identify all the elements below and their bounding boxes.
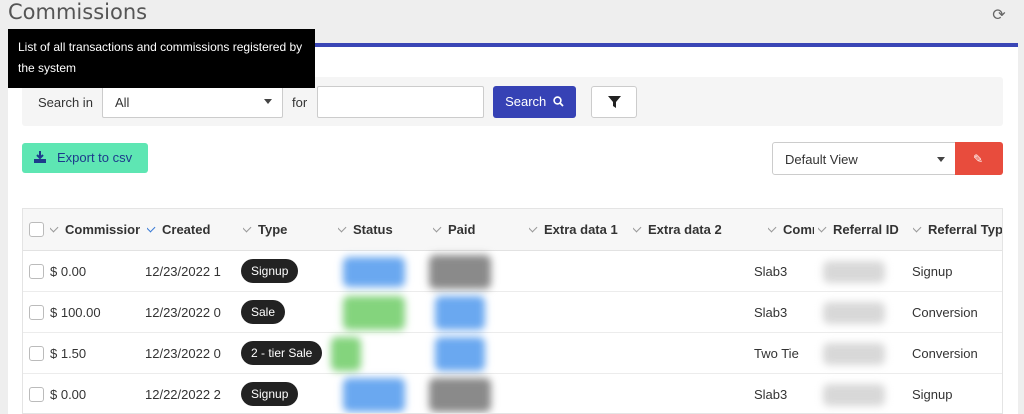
column-header-extra-data-1[interactable]: Extra data 1 bbox=[529, 222, 629, 237]
column-label: Extra data 1 bbox=[544, 222, 618, 237]
sort-icon bbox=[433, 222, 442, 233]
column-header-created[interactable]: Created bbox=[147, 222, 237, 237]
search-in-value: All bbox=[115, 95, 130, 110]
column-label: Referral ID bbox=[833, 222, 899, 237]
sort-icon bbox=[50, 222, 59, 233]
export-csv-label: Export to csv bbox=[57, 150, 133, 165]
commission-group-cell: Slab3 bbox=[754, 305, 788, 320]
created-cell: 12/22/2022 2 bbox=[145, 387, 221, 402]
table-row[interactable]: $ 0.00 12/23/2022 1 Signup Slab3 Signup bbox=[23, 251, 1002, 292]
commission-group-cell: Slab3 bbox=[754, 387, 788, 402]
for-label: for bbox=[292, 95, 308, 110]
referral-type-cell: Conversion bbox=[912, 305, 978, 320]
sort-icon bbox=[243, 222, 252, 233]
column-label: Type bbox=[258, 222, 288, 237]
sort-icon bbox=[633, 222, 642, 233]
search-button[interactable]: Search bbox=[493, 86, 576, 118]
status-cell-redacted bbox=[343, 296, 405, 330]
column-header-status[interactable]: Status bbox=[338, 222, 418, 237]
row-checkbox[interactable] bbox=[29, 305, 44, 320]
column-header-type[interactable]: Type bbox=[243, 222, 323, 237]
referral-type-cell: Conversion bbox=[912, 346, 978, 361]
sort-icon bbox=[913, 222, 922, 233]
page-title: Commissions bbox=[8, 0, 148, 24]
column-header-commission-group[interactable]: Commission group bbox=[768, 222, 814, 237]
status-cell-redacted bbox=[331, 337, 361, 371]
commission-group-cell: Slab3 bbox=[754, 264, 788, 279]
search-in-select[interactable]: All bbox=[102, 86, 283, 118]
table-row[interactable]: $ 0.00 12/22/2022 2 Signup Slab3 Signup bbox=[23, 374, 1002, 413]
row-checkbox[interactable] bbox=[29, 387, 44, 402]
commission-cell: $ 1.50 bbox=[50, 346, 87, 361]
view-select-value: Default View bbox=[785, 152, 858, 167]
referral-type-cell: Signup bbox=[912, 264, 953, 279]
type-badge: Sale bbox=[241, 300, 286, 324]
sort-icon bbox=[818, 222, 827, 233]
column-label: Commission bbox=[65, 222, 140, 237]
column-header-referral-type[interactable]: Referral Type bbox=[913, 222, 1003, 237]
search-in-label: Search in bbox=[38, 95, 93, 110]
sort-icon bbox=[338, 222, 347, 233]
paid-cell-redacted bbox=[429, 255, 491, 289]
referral-id-redacted bbox=[823, 384, 885, 406]
search-button-label: Search bbox=[505, 94, 547, 109]
column-header-referral-id[interactable]: Referral ID bbox=[818, 222, 903, 237]
search-input[interactable] bbox=[317, 86, 484, 118]
commission-cell: $ 0.00 bbox=[50, 387, 87, 402]
status-cell-redacted bbox=[343, 378, 405, 412]
type-badge: Signup bbox=[241, 259, 299, 283]
paid-cell-redacted bbox=[429, 378, 491, 412]
status-cell-redacted bbox=[343, 257, 405, 287]
refresh-icon[interactable]: ⟳ bbox=[990, 7, 1008, 25]
table-header: Commission Created Type Status Paid Extr… bbox=[23, 209, 1003, 251]
chevron-down-icon bbox=[264, 99, 272, 104]
search-icon bbox=[553, 96, 564, 107]
commission-group-cell: Two Tie bbox=[754, 346, 799, 361]
view-select[interactable]: Default View bbox=[772, 142, 956, 175]
referral-id-redacted bbox=[823, 302, 885, 324]
commissions-table: Commission Created Type Status Paid Extr… bbox=[22, 208, 1003, 414]
row-checkbox[interactable] bbox=[29, 264, 44, 279]
paid-cell-redacted bbox=[435, 337, 485, 371]
referral-id-redacted bbox=[823, 261, 885, 283]
column-label: Extra data 2 bbox=[648, 222, 722, 237]
pencil-icon: ✎ bbox=[973, 152, 984, 166]
column-label: Paid bbox=[448, 222, 476, 237]
created-cell: 12/23/2022 1 bbox=[145, 264, 221, 279]
commission-cell: $ 100.00 bbox=[50, 305, 101, 320]
column-label: Status bbox=[353, 222, 393, 237]
paid-cell-redacted bbox=[435, 296, 485, 330]
column-label: Referral Type bbox=[928, 222, 1003, 237]
chevron-down-icon bbox=[937, 157, 945, 162]
select-all-checkbox[interactable] bbox=[29, 222, 44, 237]
filter-icon bbox=[608, 96, 621, 108]
created-cell: 12/23/2022 0 bbox=[145, 346, 221, 361]
table-row[interactable]: $ 1.50 12/23/2022 0 2 - tier Sale Two Ti… bbox=[23, 333, 1002, 374]
download-icon bbox=[34, 151, 46, 163]
column-label: Created bbox=[162, 222, 211, 237]
edit-view-button[interactable]: ✎ bbox=[955, 142, 1003, 175]
type-badge: Signup bbox=[241, 382, 299, 406]
commission-cell: $ 0.00 bbox=[50, 264, 87, 279]
referral-id-redacted bbox=[823, 343, 885, 365]
filter-button[interactable] bbox=[591, 86, 637, 118]
sort-icon bbox=[529, 222, 538, 233]
info-tooltip: List of all transactions and commissions… bbox=[8, 29, 315, 88]
sort-icon bbox=[768, 222, 777, 233]
column-header-extra-data-2[interactable]: Extra data 2 bbox=[633, 222, 753, 237]
sort-icon bbox=[147, 222, 156, 233]
table-row[interactable]: $ 100.00 12/23/2022 0 Sale Slab3 Convers… bbox=[23, 292, 1002, 333]
column-label: Commission group bbox=[783, 222, 814, 237]
export-csv-button[interactable]: Export to csv bbox=[22, 143, 148, 173]
column-header-commission[interactable]: Commission bbox=[50, 222, 140, 237]
column-header-paid[interactable]: Paid bbox=[433, 222, 513, 237]
row-checkbox[interactable] bbox=[29, 346, 44, 361]
type-badge: 2 - tier Sale bbox=[241, 341, 323, 365]
created-cell: 12/23/2022 0 bbox=[145, 305, 221, 320]
referral-type-cell: Signup bbox=[912, 387, 953, 402]
